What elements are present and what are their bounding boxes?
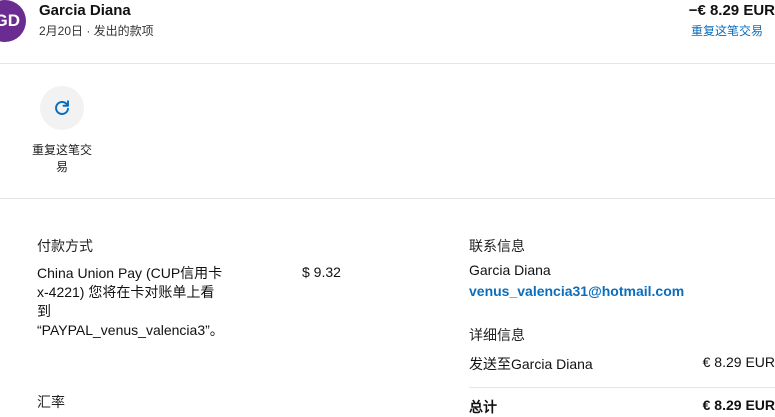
transaction-amount: −€ 8.29 EUR bbox=[688, 2, 775, 19]
payment-amount: $ 9.32 bbox=[302, 264, 341, 280]
payment-method-title: 付款方式 bbox=[37, 238, 93, 254]
total-value: € 8.29 EUR bbox=[702, 397, 775, 413]
payment-method-text: China Union Pay (CUP信用卡x-4221) 您将在卡对账单上看… bbox=[37, 265, 224, 338]
refresh-icon bbox=[55, 100, 69, 115]
total-label: 总计 bbox=[469, 399, 497, 415]
sent-to-value: € 8.29 EUR bbox=[702, 354, 775, 370]
sent-to-label: 发送至Garcia Diana bbox=[469, 356, 593, 372]
repeat-button-label[interactable]: 重复这笔交易 bbox=[32, 142, 92, 176]
exchange-rate-title: 汇率 bbox=[37, 394, 65, 410]
details-title: 详细信息 bbox=[469, 327, 525, 343]
detail-row-sent: 发送至Garcia Diana € 8.29 EUR bbox=[469, 354, 775, 388]
contact-name: Garcia Diana bbox=[469, 262, 551, 278]
merchant-name: Garcia Diana bbox=[39, 2, 131, 19]
transaction-subtitle: 2月20日 · 发出的款项 bbox=[39, 24, 154, 38]
contact-info-title: 联系信息 bbox=[469, 238, 525, 254]
detail-row-total: 总计 € 8.29 EUR bbox=[469, 397, 775, 417]
avatar-initials: GD bbox=[0, 11, 20, 30]
repeat-button-circle[interactable] bbox=[40, 86, 84, 130]
action-row: 重复这笔交易 bbox=[0, 64, 775, 199]
contact-email-link[interactable]: venus_valencia31@hotmail.com bbox=[469, 283, 684, 299]
avatar: GD bbox=[0, 0, 26, 42]
repeat-transaction-link[interactable]: 重复这笔交易 bbox=[691, 22, 763, 39]
transaction-header: GD Garcia Diana 2月20日 · 发出的款项 −€ 8.29 EU… bbox=[0, 0, 775, 64]
repeat-transaction-button[interactable] bbox=[40, 86, 84, 130]
transaction-detail-page: GD Garcia Diana 2月20日 · 发出的款项 −€ 8.29 EU… bbox=[0, 0, 775, 417]
